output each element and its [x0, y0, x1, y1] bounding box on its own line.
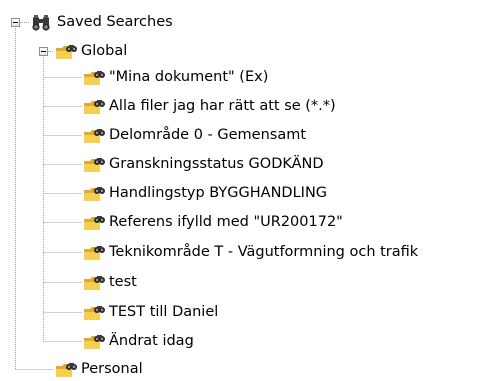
tree-node-global[interactable]: Global	[55, 40, 127, 63]
saved-search-label: Alla filer jag har rätt att se (*.*)	[109, 98, 336, 114]
root-collapse-toggle[interactable]	[11, 18, 20, 27]
tree-node-label: Global	[81, 43, 128, 59]
saved-search-item[interactable]: Alla filer jag har rätt att se (*.*)	[83, 95, 336, 118]
folder-binoculars-icon	[83, 333, 105, 351]
saved-search-label: test	[109, 274, 137, 290]
saved-search-item[interactable]: Referens ifylld med "UR200172"	[83, 211, 343, 234]
folder-binoculars-icon	[83, 127, 105, 145]
folder-binoculars-icon	[83, 98, 105, 116]
saved-search-label: Granskningsstatus GODKÄND	[109, 156, 324, 172]
saved-search-item[interactable]: TEST till Daniel	[83, 301, 218, 324]
tree-node-label: Saved Searches	[57, 14, 173, 30]
folder-binoculars-icon	[55, 361, 77, 379]
saved-search-item[interactable]: "Mina dokument" (Ex)	[83, 66, 268, 89]
tree-node-personal[interactable]: Personal	[55, 358, 143, 381]
folder-binoculars-icon	[83, 156, 105, 174]
saved-search-item[interactable]: Teknikområde T - Vägutformning och trafi…	[83, 241, 418, 264]
folder-binoculars-icon	[83, 274, 105, 292]
tree-node-label: Personal	[81, 361, 143, 377]
saved-search-label: Handlingstyp BYGGHANDLING	[109, 185, 328, 201]
folder-binoculars-icon	[83, 69, 105, 87]
saved-search-label: "Mina dokument" (Ex)	[109, 69, 269, 85]
folder-binoculars-icon	[83, 214, 105, 232]
saved-search-item[interactable]: Ändrat idag	[83, 330, 194, 353]
saved-searches-tree: Saved Searches Global "Mina dokument" (E…	[0, 0, 500, 381]
saved-search-label: Delområde 0 - Gemensamt	[109, 127, 307, 143]
saved-search-item[interactable]: Granskningsstatus GODKÄND	[83, 153, 324, 176]
saved-search-label: TEST till Daniel	[109, 304, 219, 320]
folder-binoculars-icon	[55, 43, 77, 61]
folder-binoculars-icon	[83, 185, 105, 203]
folder-binoculars-icon	[83, 304, 105, 322]
saved-search-item[interactable]: test	[83, 271, 137, 294]
binoculars-icon	[31, 14, 53, 32]
saved-search-label: Ändrat idag	[109, 333, 194, 349]
global-collapse-toggle[interactable]	[39, 47, 48, 56]
saved-search-label: Referens ifylld med "UR200172"	[109, 214, 343, 230]
saved-search-label: Teknikområde T - Vägutformning och trafi…	[109, 244, 419, 260]
saved-search-item[interactable]: Handlingstyp BYGGHANDLING	[83, 182, 327, 205]
tree-node-saved-searches[interactable]: Saved Searches	[31, 11, 173, 34]
saved-search-item[interactable]: Delområde 0 - Gemensamt	[83, 124, 306, 147]
folder-binoculars-icon	[83, 244, 105, 262]
